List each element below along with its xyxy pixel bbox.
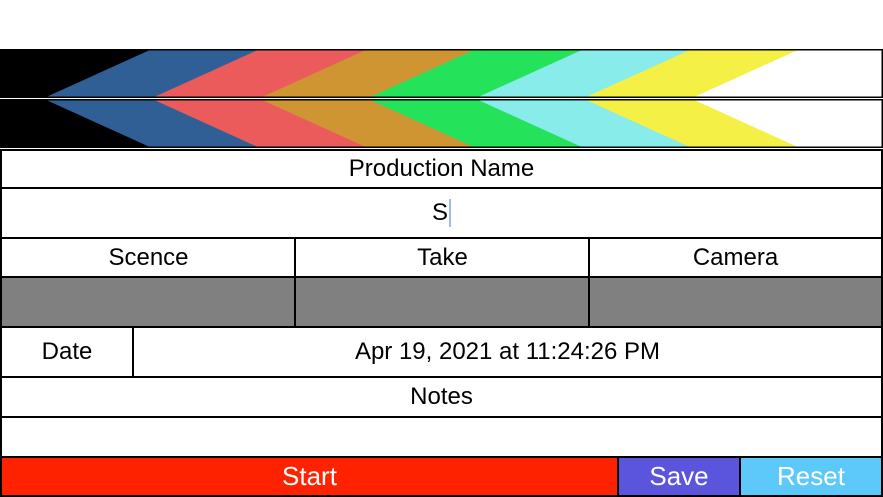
camera-label: Camera: [692, 243, 779, 271]
notes-field[interactable]: [2, 418, 881, 456]
date-label: Date: [41, 338, 93, 365]
date-row: Date Apr 19, 2021 at 11:24:26 PM: [0, 326, 883, 378]
take-field[interactable]: [296, 278, 588, 326]
take-label: Take: [417, 243, 468, 271]
action-bar: Start Save Reset: [0, 456, 883, 497]
scene-label: Scence: [108, 243, 189, 271]
clapper-bottom-stick: [0, 99, 883, 148]
clapper-top-stripes: [0, 49, 883, 98]
start-button[interactable]: Start: [0, 456, 619, 497]
date-value[interactable]: Apr 19, 2021 at 11:24:26 PM: [134, 328, 881, 376]
clapper-bottom-stripes: [0, 99, 883, 148]
reset-button[interactable]: Reset: [739, 456, 883, 497]
slate-inputs-row: [0, 276, 883, 328]
clapper-top-stick: [0, 49, 883, 98]
scene-field[interactable]: [2, 278, 294, 326]
camera-field[interactable]: [590, 278, 881, 326]
save-button[interactable]: Save: [617, 456, 741, 497]
slate-headers-row: Scence Take Camera: [0, 237, 883, 278]
notes-row: Notes: [0, 376, 883, 418]
text-caret: [449, 199, 451, 227]
production-name-label: Production Name: [348, 155, 535, 182]
notes-label: Notes: [410, 383, 473, 410]
notes-field-row: [0, 416, 883, 458]
production-name-value[interactable]: S: [432, 199, 448, 227]
production-name-field[interactable]: S: [2, 189, 881, 237]
production-name-row: Production Name: [0, 149, 883, 189]
production-name-field-row: S: [0, 187, 883, 239]
